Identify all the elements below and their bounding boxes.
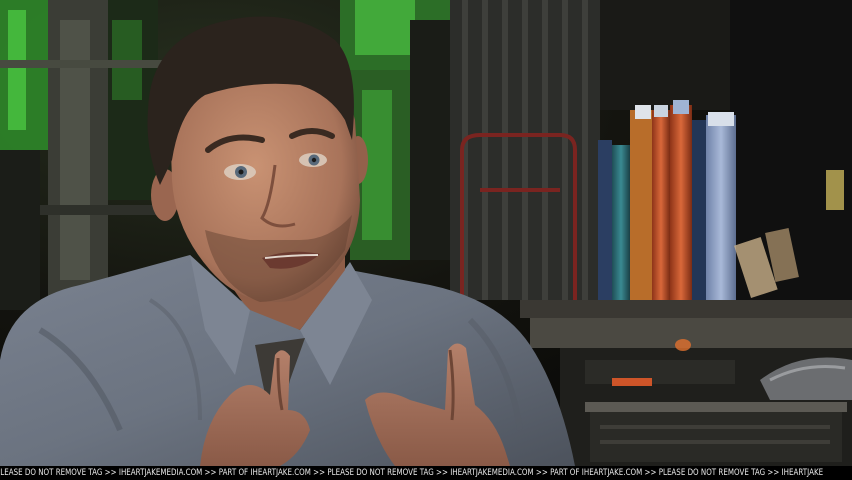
watermark-strip: PLEASE DO NOT REMOVE TAG >> IHEARTJAKEME… [0,466,852,480]
interview-scene [0,0,852,466]
video-frame: PLEASE DO NOT REMOVE TAG >> IHEARTJAKEME… [0,0,852,480]
workbench [520,300,852,466]
watermark-text: PLEASE DO NOT REMOVE TAG >> IHEARTJAKEME… [0,468,824,478]
